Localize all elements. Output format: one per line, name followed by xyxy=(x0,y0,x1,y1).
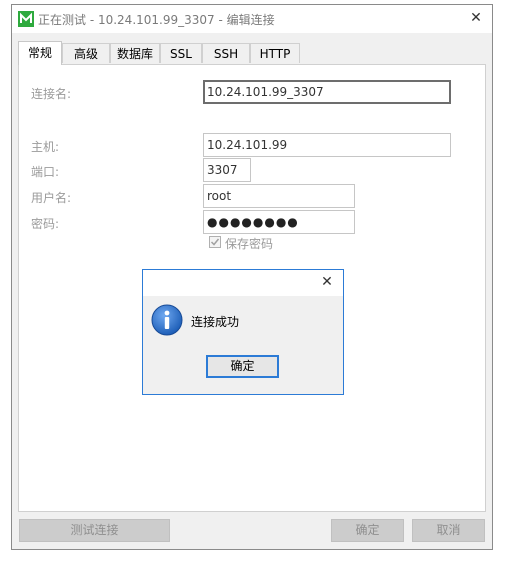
window-close-icon[interactable]: ✕ xyxy=(468,10,484,26)
checkmark-icon xyxy=(210,238,220,246)
tab-ssh[interactable]: SSH xyxy=(202,43,250,63)
title-bar: 正在测试 - 10.24.101.99_3307 - 编辑连接 ✕ xyxy=(12,5,492,33)
dialog-message: 连接成功 xyxy=(191,315,240,329)
port-input[interactable]: 3307 xyxy=(203,158,251,182)
dialog-title-bar: ✕ xyxy=(143,270,343,296)
dialog-ok-button[interactable]: 确定 xyxy=(206,355,279,378)
test-connection-button[interactable]: 测试连接 xyxy=(19,519,170,542)
ok-button[interactable]: 确定 xyxy=(331,519,404,542)
host-label: 主机: xyxy=(31,140,60,154)
tab-http[interactable]: HTTP xyxy=(250,43,300,63)
port-label: 端口: xyxy=(31,165,60,179)
connection-success-dialog: ✕ 连接成功 确定 xyxy=(142,269,344,395)
tab-general[interactable]: 常规 xyxy=(18,41,62,65)
password-label: 密码: xyxy=(31,217,60,231)
info-icon xyxy=(151,304,183,336)
cancel-button[interactable]: 取消 xyxy=(412,519,485,542)
tab-ssl[interactable]: SSL xyxy=(160,43,202,63)
connection-name-input[interactable]: 10.24.101.99_3307 xyxy=(203,80,451,104)
navicat-app-icon xyxy=(18,11,34,27)
host-input[interactable]: 10.24.101.99 xyxy=(203,133,451,157)
username-label: 用户名: xyxy=(31,191,72,205)
tab-advanced[interactable]: 高级 xyxy=(62,43,110,63)
save-password-label: 保存密码 xyxy=(225,237,274,251)
window-title: 正在测试 - 10.24.101.99_3307 - 编辑连接 xyxy=(38,13,275,27)
tab-databases[interactable]: 数据库 xyxy=(110,43,160,63)
password-input[interactable]: ●●●●●●●● xyxy=(203,210,355,234)
dialog-close-icon[interactable]: ✕ xyxy=(319,274,335,290)
save-password-checkbox[interactable] xyxy=(209,236,221,248)
username-input[interactable]: root xyxy=(203,184,355,208)
connection-name-label: 连接名: xyxy=(31,87,72,101)
